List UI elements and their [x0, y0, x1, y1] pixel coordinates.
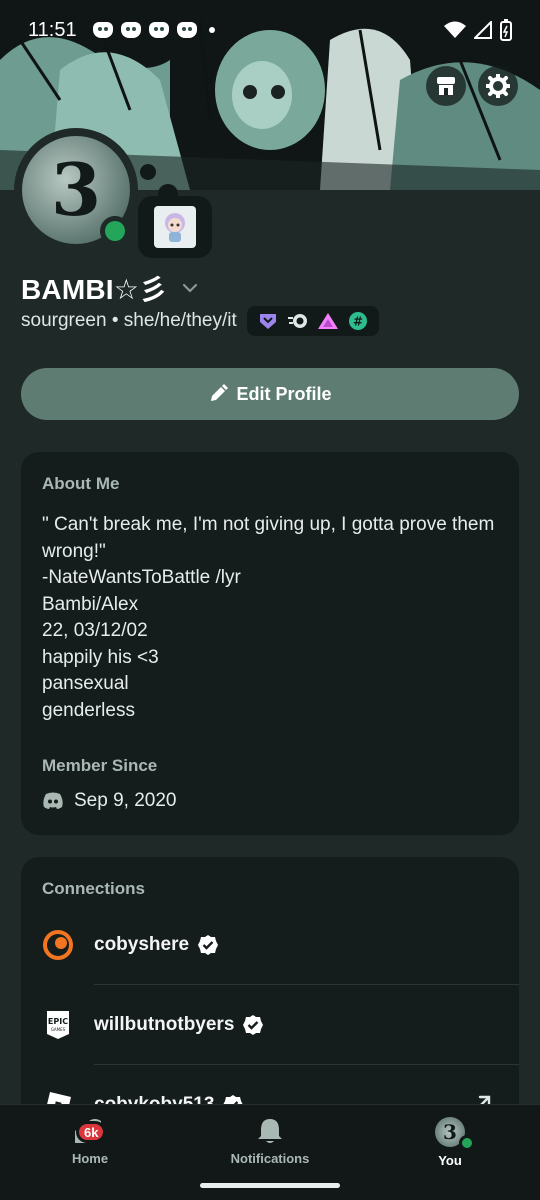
shop-button[interactable]: [426, 66, 466, 106]
handle-row: sourgreen • she/he/they/it #: [21, 306, 379, 336]
status-notifications: [92, 22, 215, 38]
member-since-title: Member Since: [42, 756, 158, 775]
nav-notifications[interactable]: Notifications: [200, 1117, 340, 1166]
you-avatar-glyph: 3: [443, 1120, 457, 1144]
avatar-glyph: 3: [50, 147, 102, 232]
svg-text:GAMES: GAMES: [51, 1027, 66, 1032]
boost-icon[interactable]: [317, 310, 339, 332]
discord-notification-icon: [176, 22, 197, 38]
hashtag-icon[interactable]: #: [347, 310, 369, 332]
discord-notification-icon: [92, 22, 113, 38]
bottom-navigation: Home 6k Notifications 3 You: [0, 1104, 540, 1200]
discord-logo-icon: [43, 792, 63, 809]
nav-home-label: Home: [71, 1151, 109, 1166]
home-unread-badge: 6k: [76, 1121, 107, 1143]
discord-notification-icon: [148, 22, 169, 38]
status-bubble-dot: [140, 164, 156, 180]
verified-icon: [198, 935, 219, 955]
bell-icon: [258, 1119, 282, 1143]
display-name: BAMBI☆彡: [21, 274, 168, 305]
about-me-text: " Can't break me, I'm not giving up, I g…: [42, 514, 495, 721]
svg-text:EPIC: EPIC: [48, 1017, 68, 1026]
nav-you-label: You: [438, 1153, 462, 1168]
discord-notification-icon: [120, 22, 141, 38]
shop-icon: [437, 77, 455, 95]
status-time: 11:51: [28, 18, 77, 41]
gesture-bar: [200, 1183, 340, 1188]
connection-crunchyroll[interactable]: cobyshere: [42, 905, 519, 985]
connection-name: cobyshere: [94, 934, 190, 955]
username-pronouns: sourgreen • she/he/they/it: [21, 310, 237, 331]
verified-icon: [243, 1015, 264, 1035]
pencil-icon: [211, 384, 229, 401]
cell-signal-icon: [474, 21, 492, 39]
nitro-icon[interactable]: [287, 310, 309, 332]
online-status-indicator: [100, 216, 130, 246]
epic-games-icon: EPIC GAMES: [42, 1009, 74, 1041]
chibi-sticker-icon: [165, 213, 185, 242]
more-notifications-dot: [208, 27, 215, 33]
battery-icon: [500, 19, 512, 41]
crunchyroll-icon: [42, 929, 74, 961]
custom-status-bubble[interactable]: [138, 196, 212, 258]
member-since-row: Sep 9, 2020: [42, 790, 498, 812]
connections-title: Connections: [42, 879, 145, 898]
nav-you[interactable]: 3 You: [380, 1117, 520, 1168]
you-online-indicator: [459, 1135, 475, 1151]
status-sticker: [154, 206, 196, 248]
nav-notifications-label: Notifications: [230, 1151, 310, 1166]
settings-button[interactable]: [478, 66, 518, 106]
edit-profile-button[interactable]: Edit Profile: [21, 368, 519, 420]
gear-icon: [486, 74, 510, 98]
connection-name: willbutnotbyers: [94, 1014, 235, 1035]
svg-text:#: #: [353, 315, 363, 329]
you-avatar: 3: [435, 1117, 475, 1151]
about-me-card: About Me " Can't break me, I'm not givin…: [21, 452, 519, 835]
wifi-icon: [444, 21, 466, 38]
status-bar: 11:51: [0, 0, 540, 60]
member-since-date: Sep 9, 2020: [74, 790, 177, 811]
chevron-down-icon[interactable]: [179, 277, 201, 299]
hypesquad-icon[interactable]: [257, 310, 279, 332]
about-me-title: About Me: [42, 474, 120, 493]
profile-badges: #: [246, 306, 379, 336]
connection-epic-games[interactable]: EPIC GAMES willbutnotbyers: [42, 985, 519, 1065]
display-name-row[interactable]: BAMBI☆彡: [21, 268, 201, 308]
edit-profile-label: Edit Profile: [236, 383, 332, 404]
